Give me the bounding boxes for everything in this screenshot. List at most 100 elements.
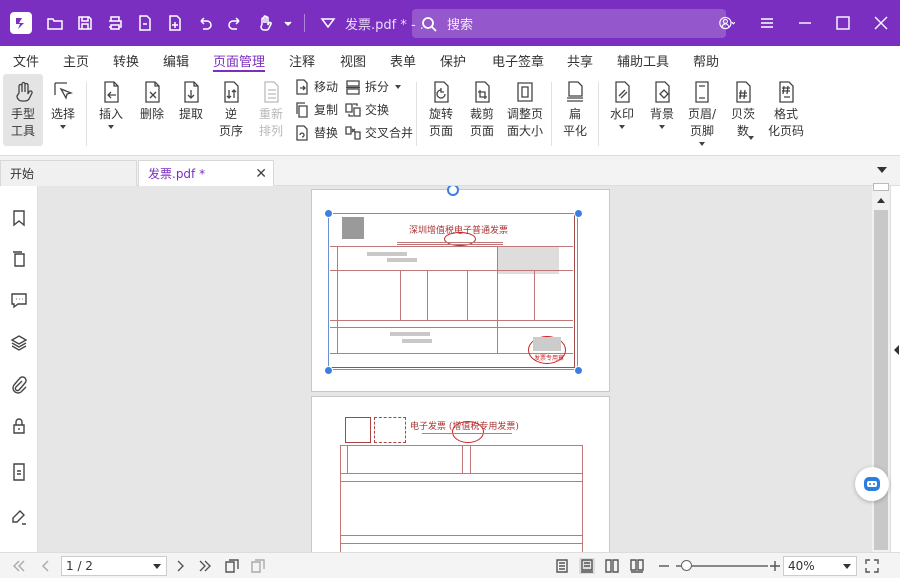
previous-view-icon[interactable] bbox=[224, 558, 240, 574]
page-2[interactable]: 电子发票 (增值税专用发票) bbox=[311, 396, 610, 552]
continuous-view-icon[interactable] bbox=[579, 558, 595, 574]
scroll-toggle[interactable] bbox=[873, 183, 889, 191]
extract-page-button[interactable]: 提取 bbox=[176, 78, 206, 123]
selection-box[interactable] bbox=[328, 213, 578, 370]
header-footer-button[interactable]: 页眉/ 页脚 bbox=[686, 78, 718, 146]
page-1[interactable]: 深圳增值税电子普通发票 发票专用章 bbox=[311, 186, 610, 392]
hand-tool-button[interactable]: 手型 工具 bbox=[3, 74, 43, 146]
format-page-number-button[interactable]: 格式 化页码 bbox=[766, 78, 806, 140]
delete-page-button[interactable]: 删除 bbox=[137, 78, 167, 123]
menu-share[interactable]: 共享 bbox=[567, 46, 593, 74]
ai-assistant-button[interactable] bbox=[855, 467, 889, 501]
hand-tool-icon[interactable] bbox=[254, 12, 276, 34]
menu-annotate[interactable]: 注释 bbox=[289, 46, 315, 74]
previous-page-icon[interactable] bbox=[38, 558, 54, 574]
menu-accessibility[interactable]: 辅助工具 bbox=[617, 46, 669, 74]
swap-button[interactable]: 交换 bbox=[345, 101, 389, 118]
undo-icon[interactable] bbox=[194, 12, 216, 34]
next-page-icon[interactable] bbox=[172, 558, 188, 574]
security-lock-icon[interactable] bbox=[9, 416, 29, 436]
menu-edit[interactable]: 编辑 bbox=[163, 46, 189, 74]
flatten-button[interactable]: 扁 平化 bbox=[560, 78, 590, 140]
last-page-icon[interactable] bbox=[197, 558, 213, 574]
insert-page-button[interactable]: 插入 bbox=[96, 78, 126, 129]
thumbnails-icon[interactable] bbox=[9, 249, 29, 269]
zoom-out-icon[interactable] bbox=[656, 558, 672, 574]
watermark-button[interactable]: 水印 bbox=[607, 78, 637, 129]
comments-icon[interactable] bbox=[9, 290, 29, 310]
replace-button[interactable]: 替换 bbox=[294, 124, 338, 141]
header-footer-icon bbox=[695, 81, 709, 103]
move-button[interactable]: 移动 bbox=[294, 78, 338, 95]
background-button[interactable]: 背景 bbox=[647, 78, 677, 129]
rotate-handle[interactable] bbox=[447, 186, 459, 196]
fullscreen-icon[interactable] bbox=[864, 558, 880, 574]
zoom-slider-knob[interactable] bbox=[681, 560, 692, 571]
zoom-slider[interactable] bbox=[676, 560, 768, 571]
crop-page-button[interactable]: 裁剪 页面 bbox=[467, 78, 497, 140]
move-label: 移动 bbox=[314, 80, 339, 94]
menu-help[interactable]: 帮助 bbox=[693, 46, 719, 74]
bookmark-icon[interactable] bbox=[9, 208, 29, 228]
menu-form[interactable]: 表单 bbox=[390, 46, 416, 74]
bates-number-button[interactable]: 贝茨 数 bbox=[728, 78, 758, 140]
reverse-order-button[interactable]: 逆 页序 bbox=[216, 78, 246, 140]
single-page-view-icon[interactable] bbox=[554, 558, 570, 574]
page-info-icon[interactable] bbox=[9, 462, 29, 482]
menu-file[interactable]: 文件 bbox=[13, 46, 39, 74]
scroll-up-icon[interactable] bbox=[877, 198, 885, 203]
copy-button[interactable]: 复制 bbox=[294, 101, 338, 118]
menu-page-management[interactable]: 页面管理 bbox=[213, 46, 266, 74]
zoom-dropdown-icon[interactable] bbox=[843, 564, 851, 569]
save-icon[interactable] bbox=[74, 12, 96, 34]
open-folder-icon[interactable] bbox=[44, 12, 66, 34]
minimize-icon[interactable] bbox=[786, 0, 824, 46]
zoom-level-value: 40% bbox=[788, 559, 815, 573]
tab-start[interactable]: 开始 bbox=[0, 160, 137, 186]
menu-protect[interactable]: 保护 bbox=[440, 46, 466, 74]
select-cursor-icon bbox=[54, 82, 74, 100]
document-viewport[interactable]: 深圳增值税电子普通发票 发票专用章 电子发票 (增值税专用发票) bbox=[39, 186, 872, 552]
resize-handle[interactable] bbox=[324, 366, 333, 375]
expand-right-panel-icon[interactable] bbox=[894, 345, 899, 355]
redo-icon[interactable] bbox=[224, 12, 246, 34]
menu-icon[interactable] bbox=[748, 0, 786, 46]
first-page-icon[interactable] bbox=[11, 558, 27, 574]
account-icon[interactable] bbox=[706, 0, 748, 46]
split-button[interactable]: 拆分 bbox=[345, 78, 402, 95]
close-tab-icon[interactable]: ✕ bbox=[255, 166, 267, 182]
zoom-in-icon[interactable] bbox=[767, 558, 783, 574]
search-input[interactable]: 搜索 bbox=[412, 9, 726, 38]
dropdown-icon[interactable] bbox=[284, 12, 292, 34]
create-pdf-icon[interactable] bbox=[134, 12, 156, 34]
layers-icon[interactable] bbox=[9, 333, 29, 353]
menu-e-signature[interactable]: 电子签章 bbox=[492, 46, 544, 74]
tab-list-dropdown-icon[interactable] bbox=[877, 167, 887, 173]
rotate-page-button[interactable]: 旋转 页面 bbox=[425, 78, 457, 140]
attachment-icon[interactable] bbox=[9, 375, 29, 395]
cross-merge-button[interactable]: 交叉合并 bbox=[345, 124, 413, 141]
two-page-continuous-view-icon[interactable] bbox=[629, 558, 645, 574]
page-number-input[interactable]: 1 / 2 bbox=[61, 556, 167, 576]
zoom-level-select[interactable]: 40% bbox=[783, 556, 857, 576]
maximize-icon[interactable] bbox=[824, 0, 862, 46]
page-dropdown-icon[interactable] bbox=[153, 564, 161, 569]
menu-convert[interactable]: 转换 bbox=[113, 46, 139, 74]
page-number-value: 1 / 2 bbox=[66, 559, 93, 573]
new-file-icon[interactable] bbox=[164, 12, 186, 34]
resize-handle[interactable] bbox=[574, 209, 583, 218]
tab-document[interactable]: 发票.pdf * ✕ bbox=[138, 160, 274, 186]
print-icon[interactable] bbox=[104, 12, 126, 34]
select-tool-button[interactable]: 选择 bbox=[48, 78, 78, 129]
signature-icon[interactable] bbox=[9, 507, 29, 527]
customize-toolbar-icon[interactable] bbox=[317, 12, 339, 34]
menu-view[interactable]: 视图 bbox=[340, 46, 366, 74]
resize-handle[interactable] bbox=[574, 366, 583, 375]
close-icon[interactable] bbox=[862, 0, 900, 46]
menu-home[interactable]: 主页 bbox=[63, 46, 89, 74]
resize-handle[interactable] bbox=[324, 209, 333, 218]
quick-access-toolbar bbox=[44, 12, 339, 34]
resize-page-button[interactable]: 调整页 面大小 bbox=[505, 78, 545, 140]
next-view-icon[interactable] bbox=[250, 558, 266, 574]
two-page-view-icon[interactable] bbox=[604, 558, 620, 574]
